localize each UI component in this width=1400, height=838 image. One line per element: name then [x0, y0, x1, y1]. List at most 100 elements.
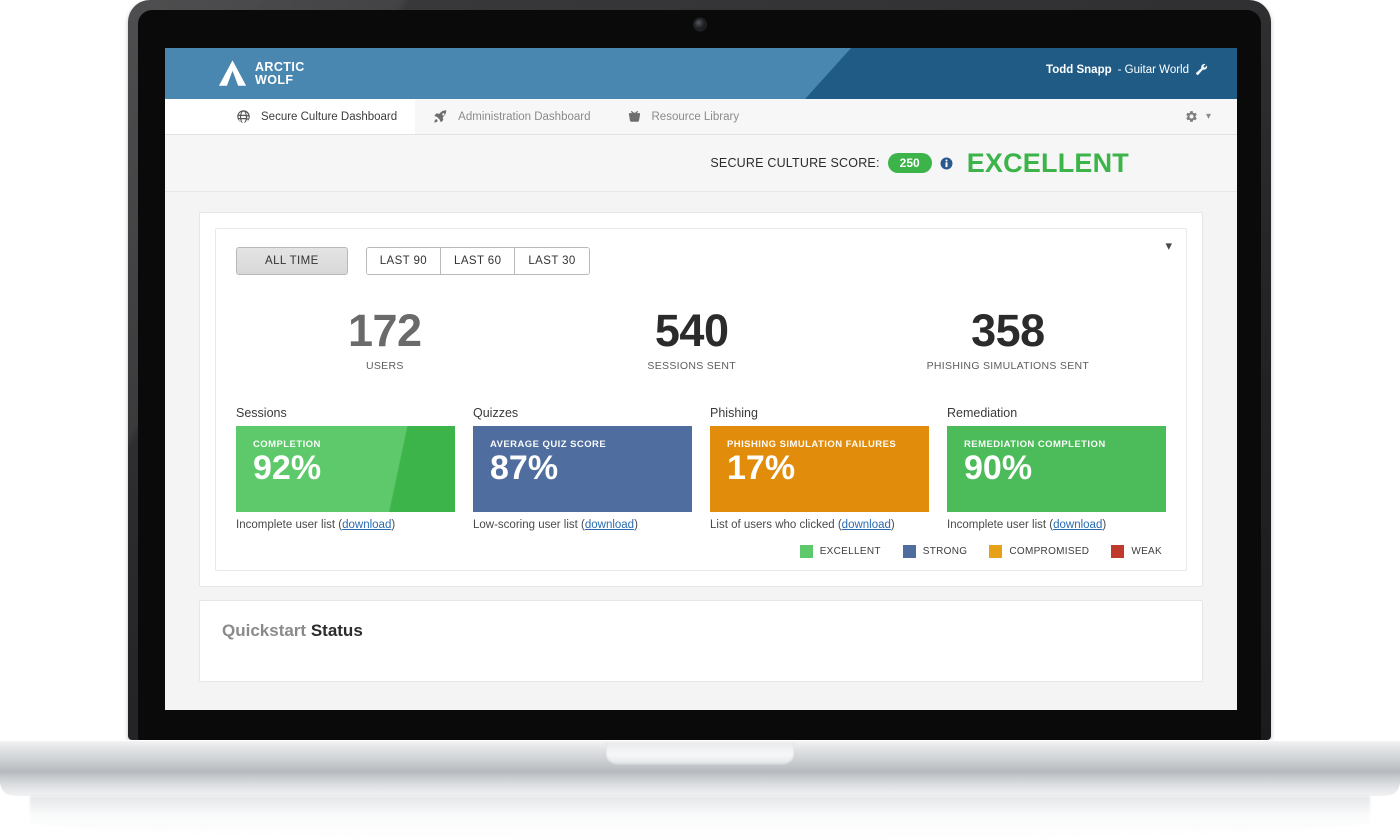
metric-title: Sessions [236, 406, 287, 420]
metric-title: Remediation [947, 406, 1018, 420]
tab-label: Secure Culture Dashboard [261, 110, 398, 123]
chevron-down-icon[interactable]: ▾ [1206, 111, 1211, 122]
wrench-icon[interactable] [1195, 63, 1208, 76]
stat-value: 540 [654, 305, 729, 356]
filter-last-90-button[interactable]: LAST 90 [366, 248, 442, 274]
metric-footer-text: Low-scoring user list ( [473, 519, 585, 531]
metric-value-box: COMPLETION 92% [236, 426, 455, 512]
metric-card-phishing: Phishing PHISHING SIMULATION FAILURES 17… [710, 406, 929, 531]
laptop-base-notch [606, 743, 794, 765]
metric-footer: Incomplete user list (download) [236, 519, 455, 531]
metric-card-quizzes: Quizzes AVERAGE QUIZ SCORE 87% Low-scori… [473, 406, 692, 531]
screen-content: ARCTIC WOLF Todd Snapp - Guitar World Sec… [165, 48, 1237, 710]
download-link[interactable]: download [342, 519, 391, 531]
user-account-info[interactable]: Todd Snapp - Guitar World [1046, 63, 1208, 76]
metric-value: 17% [727, 449, 796, 487]
legend-label: WEAK [1131, 546, 1162, 557]
summary-stats-row: 172 USERS 540 SESSIONS SENT 358 PHISHING… [236, 305, 1166, 372]
metric-value: 92% [253, 449, 322, 487]
tab-resource-library[interactable]: Resource Library [609, 99, 758, 134]
stat-label: SESSIONS SENT [647, 360, 736, 372]
legend-item-strong: STRONG [902, 545, 968, 558]
tab-label: Administration Dashboard [458, 110, 591, 123]
metric-footer: List of users who clicked (download) [710, 519, 929, 531]
time-range-filters: ALL TIME LAST 90 LAST 60 LAST 30 [236, 247, 1166, 275]
download-link[interactable]: download [585, 519, 634, 531]
metric-card-remediation: Remediation REMEDIATION COMPLETION 90% I… [947, 406, 1166, 531]
metric-title: Quizzes [473, 406, 519, 420]
overview-inner-panel: ▾ ALL TIME LAST 90 LAST 60 LAST 30 172 U… [215, 228, 1187, 571]
tab-bar: Secure Culture Dashboard Administration … [165, 99, 1237, 135]
stat-phishing-simulations-sent: 358 PHISHING SIMULATIONS SENT [850, 305, 1166, 372]
metric-value-box: PHISHING SIMULATION FAILURES 17% [710, 426, 929, 512]
legend-swatch-compromised [989, 545, 1003, 558]
tab-bar-actions: ▾ [1184, 99, 1237, 134]
legend-item-excellent: EXCELLENT [799, 545, 881, 558]
filter-last-60-button[interactable]: LAST 60 [441, 248, 516, 274]
tab-label: Resource Library [651, 110, 740, 123]
brand-logo[interactable]: ARCTIC WOLF [218, 59, 305, 88]
metric-card-sessions: Sessions COMPLETION 92% Incomplete user … [236, 406, 455, 531]
tab-secure-culture-dashboard[interactable]: Secure Culture Dashboard [218, 99, 416, 134]
legend-item-weak: WEAK [1111, 545, 1162, 558]
user-org: - Guitar World [1117, 63, 1189, 76]
webcam-icon [694, 19, 705, 30]
stat-value: 358 [971, 305, 1045, 356]
legend-item-compromised: COMPROMISED [989, 545, 1089, 558]
rocket-icon [434, 109, 447, 123]
info-icon[interactable] [940, 157, 953, 170]
overview-card: ▾ ALL TIME LAST 90 LAST 60 LAST 30 172 U… [199, 212, 1203, 587]
metric-footer: Low-scoring user list (download) [473, 519, 692, 531]
filter-last-30-button[interactable]: LAST 30 [515, 248, 589, 274]
quickstart-title: Quickstart Status [222, 621, 1180, 641]
laptop-base-reflection [30, 796, 1370, 838]
score-value-badge: 250 [887, 153, 932, 173]
metric-value: 90% [964, 449, 1033, 487]
filter-all-time-button[interactable]: ALL TIME [236, 247, 348, 275]
brand-line-2: WOLF [255, 72, 294, 87]
metric-footer-text: Incomplete user list ( [236, 519, 343, 531]
screenshot-stage: ARCTIC WOLF Todd Snapp - Guitar World Sec… [0, 0, 1400, 838]
metric-value-box: REMEDIATION COMPLETION 90% [947, 426, 1166, 512]
tab-administration-dashboard[interactable]: Administration Dashboard [415, 99, 608, 134]
legend-swatch-excellent [799, 545, 813, 558]
user-name: Todd Snapp [1046, 63, 1112, 76]
gear-icon[interactable] [1184, 109, 1199, 124]
secure-culture-score-strip: SECURE CULTURE SCORE: 250 EXCELLENT [165, 135, 1237, 192]
metric-footer-tail: ) [1102, 519, 1107, 531]
stat-value: 172 [348, 305, 422, 356]
quickstart-status-card: Quickstart Status [199, 600, 1203, 682]
quickstart-title-prefix: Quickstart [222, 621, 307, 640]
metric-footer-tail: ) [890, 519, 895, 531]
app-header: ARCTIC WOLF Todd Snapp - Guitar World [165, 48, 1237, 99]
globe-icon [237, 110, 250, 123]
brand-logo-text: ARCTIC WOLF [255, 61, 305, 86]
tab-bar-spacer [165, 99, 218, 134]
metric-footer-tail: ) [391, 519, 396, 531]
quickstart-title-suffix: Status [306, 621, 363, 640]
legend-swatch-weak [1111, 545, 1125, 558]
stat-sessions-sent: 540 SESSIONS SENT [534, 305, 850, 372]
score-label: SECURE CULTURE SCORE: [710, 156, 880, 170]
basket-icon [628, 110, 640, 122]
metric-footer-tail: ) [634, 519, 638, 531]
dashboard-body: ▾ ALL TIME LAST 90 LAST 60 LAST 30 172 U… [165, 192, 1237, 710]
metric-cards-row: Sessions COMPLETION 92% Incomplete user … [236, 406, 1166, 531]
metric-footer: Incomplete user list (download) [947, 519, 1166, 531]
collapse-chevron-icon[interactable]: ▾ [1165, 239, 1172, 252]
score-rating: EXCELLENT [966, 147, 1129, 178]
metric-footer-text: Incomplete user list ( [947, 519, 1054, 531]
metric-value-box: AVERAGE QUIZ SCORE 87% [473, 426, 692, 512]
arctic-wolf-logo-icon [218, 60, 247, 86]
legend-label: EXCELLENT [819, 546, 881, 557]
download-link[interactable]: download [1053, 519, 1102, 531]
stat-label: PHISHING SIMULATIONS SENT [926, 360, 1090, 372]
download-link[interactable]: download [842, 519, 891, 531]
metric-value: 87% [490, 449, 559, 487]
stat-users: 172 USERS [236, 305, 534, 372]
metric-footer-text: List of users who clicked ( [710, 519, 842, 531]
filter-range-group: LAST 90 LAST 60 LAST 30 [365, 247, 590, 275]
metric-title: Phishing [710, 406, 758, 420]
legend-label: STRONG [922, 546, 968, 557]
legend-swatch-strong [902, 545, 916, 558]
